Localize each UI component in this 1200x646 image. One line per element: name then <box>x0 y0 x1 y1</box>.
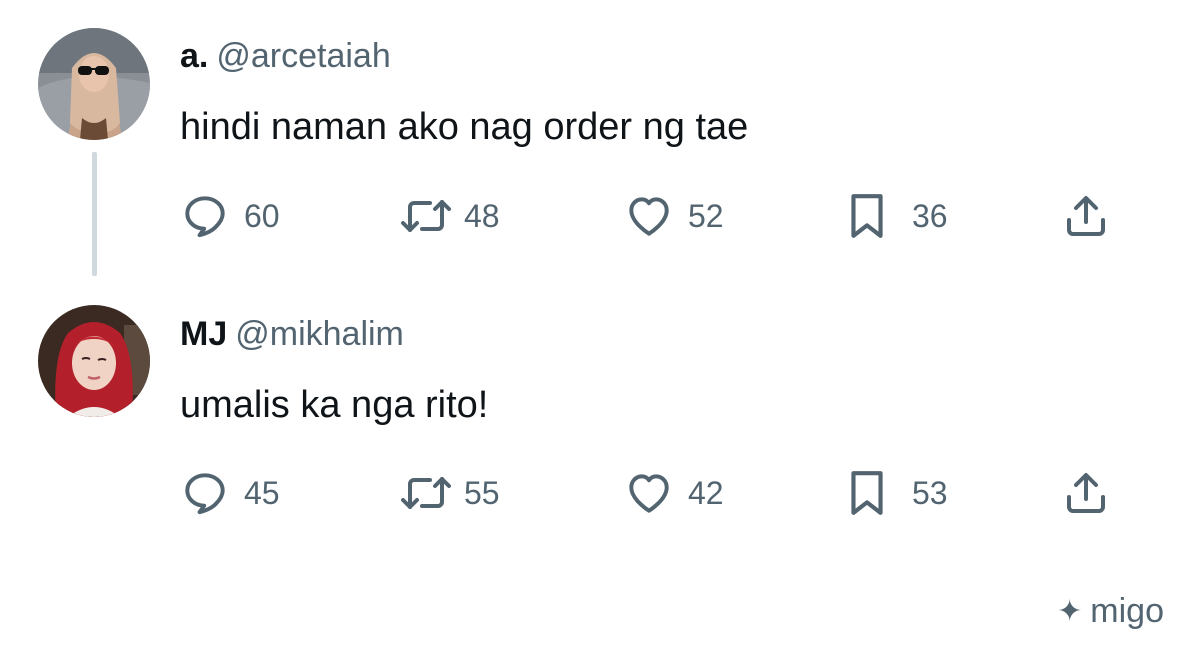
avatar[interactable] <box>38 305 150 417</box>
share-button[interactable] <box>1062 463 1110 523</box>
tweet-header: a. @arcetaiah <box>180 36 391 76</box>
share-icon <box>1067 196 1105 236</box>
bookmark-icon <box>851 194 883 238</box>
sparkle-icon: ✦ <box>1057 595 1083 628</box>
tweet-text: umalis ka nga rito! <box>180 384 489 426</box>
heart-icon <box>629 474 669 513</box>
user-handle[interactable]: @arcetaiah <box>216 37 390 75</box>
avatar-image-arcetaiah <box>38 28 150 140</box>
retweet-count: 48 <box>464 197 500 234</box>
bookmark-button[interactable]: 53 <box>844 463 948 523</box>
display-name[interactable]: a. <box>180 37 208 75</box>
bookmark-count: 36 <box>912 197 948 234</box>
retweet-button[interactable]: 48 <box>398 186 500 246</box>
reply-button[interactable]: 45 <box>180 463 280 523</box>
like-count: 52 <box>688 197 724 234</box>
watermark-label: migo <box>1090 592 1164 630</box>
retweet-icon <box>401 200 451 232</box>
bookmark-button[interactable]: 36 <box>844 186 948 246</box>
thread-connector-line <box>92 152 97 276</box>
bookmark-count: 53 <box>912 474 948 511</box>
like-count: 42 <box>688 474 724 511</box>
share-button[interactable] <box>1062 186 1110 246</box>
retweet-icon <box>401 477 451 509</box>
watermark: ✦ migo <box>1057 592 1164 631</box>
tweet-header: MJ @mikhalim <box>180 314 404 354</box>
avatar-image-mikhalim <box>38 305 150 417</box>
reply-icon <box>185 473 225 515</box>
reply-count: 60 <box>244 197 280 234</box>
retweet-count: 55 <box>464 474 500 511</box>
share-icon <box>1067 473 1105 513</box>
like-button[interactable]: 52 <box>624 186 724 246</box>
like-button[interactable]: 42 <box>624 463 724 523</box>
tweet-actions: 60 48 52 36 <box>180 186 1120 246</box>
user-handle[interactable]: @mikhalim <box>235 315 404 353</box>
reply-count: 45 <box>244 474 280 511</box>
thread: a. @arcetaiah hindi naman ako nag order n… <box>0 0 1200 646</box>
retweet-button[interactable]: 55 <box>398 463 500 523</box>
bookmark-icon <box>851 471 883 515</box>
heart-icon <box>629 197 669 236</box>
tweet-actions: 45 55 42 53 <box>180 463 1120 523</box>
avatar[interactable] <box>38 28 150 140</box>
reply-icon <box>185 196 225 238</box>
reply-button[interactable]: 60 <box>180 186 280 246</box>
display-name[interactable]: MJ <box>180 315 227 353</box>
tweet-text: hindi naman ako nag order ng tae <box>180 106 749 148</box>
